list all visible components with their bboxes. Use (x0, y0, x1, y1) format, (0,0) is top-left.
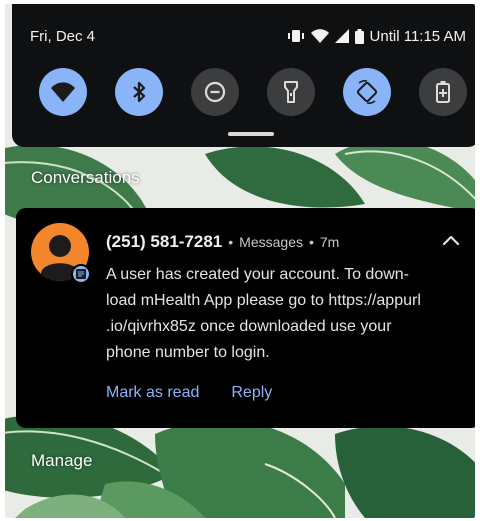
reply-button[interactable]: Reply (231, 384, 272, 402)
do-not-disturb-icon (204, 81, 226, 103)
wifi-icon (310, 29, 329, 43)
status-date: Fri, Dec 4 (30, 27, 96, 45)
messages-app-badge (71, 264, 91, 284)
message-line: .io/qivrhx85z once downloaded use your (106, 318, 392, 335)
battery-icon (354, 28, 364, 44)
status-icons: Until 11:15 AM (287, 28, 466, 45)
notification-time: 7m (319, 234, 340, 250)
bluetooth-icon (133, 81, 146, 103)
message-notification-card[interactable]: (251) 581-7281 • Messages • 7m A user ha… (16, 208, 475, 428)
sender-name: (251) 581-7281 (106, 232, 223, 251)
separator-dot: • (308, 234, 314, 250)
conversations-header: Conversations (31, 168, 140, 187)
notification-message: A user has created your account. To down… (106, 262, 461, 366)
message-icon (76, 269, 86, 279)
message-line: phone number to login. (106, 344, 270, 361)
manage-button[interactable]: Manage (31, 451, 92, 471)
flashlight-tile[interactable] (267, 68, 315, 116)
battery-saver-icon (436, 81, 450, 103)
vibrate-icon (287, 30, 304, 42)
quick-settings-panel: Fri, Dec 4 Until 11:15 AM (12, 4, 475, 147)
alarm-text: Until 11:15 AM (369, 27, 466, 45)
mark-as-read-button[interactable]: Mark as read (106, 384, 199, 402)
auto-rotate-icon (356, 80, 378, 104)
auto-rotate-tile[interactable] (343, 68, 391, 116)
status-bar: Fri, Dec 4 Until 11:15 AM (30, 24, 466, 48)
do-not-disturb-tile[interactable] (191, 68, 239, 116)
battery-saver-tile[interactable] (419, 68, 467, 116)
flashlight-icon (284, 81, 298, 103)
separator-dot: • (228, 234, 234, 250)
message-line: load mHealth App please go to https://ap… (106, 292, 421, 309)
wifi-icon (51, 82, 75, 102)
notification-header: (251) 581-7281 • Messages • 7m (106, 232, 339, 252)
shade-drag-handle[interactable] (228, 132, 274, 136)
quick-settings-row (39, 68, 467, 116)
notification-actions: Mark as read Reply (106, 384, 272, 402)
collapse-chevron-icon[interactable] (441, 232, 461, 248)
message-line: A user has created your account. To down… (106, 266, 409, 283)
bluetooth-tile[interactable] (115, 68, 163, 116)
wifi-tile[interactable] (39, 68, 87, 116)
app-name: Messages (239, 234, 303, 250)
cellular-signal-icon (334, 29, 349, 43)
notification-shade-screen: Fri, Dec 4 Until 11:15 AM Conversations … (5, 4, 475, 518)
